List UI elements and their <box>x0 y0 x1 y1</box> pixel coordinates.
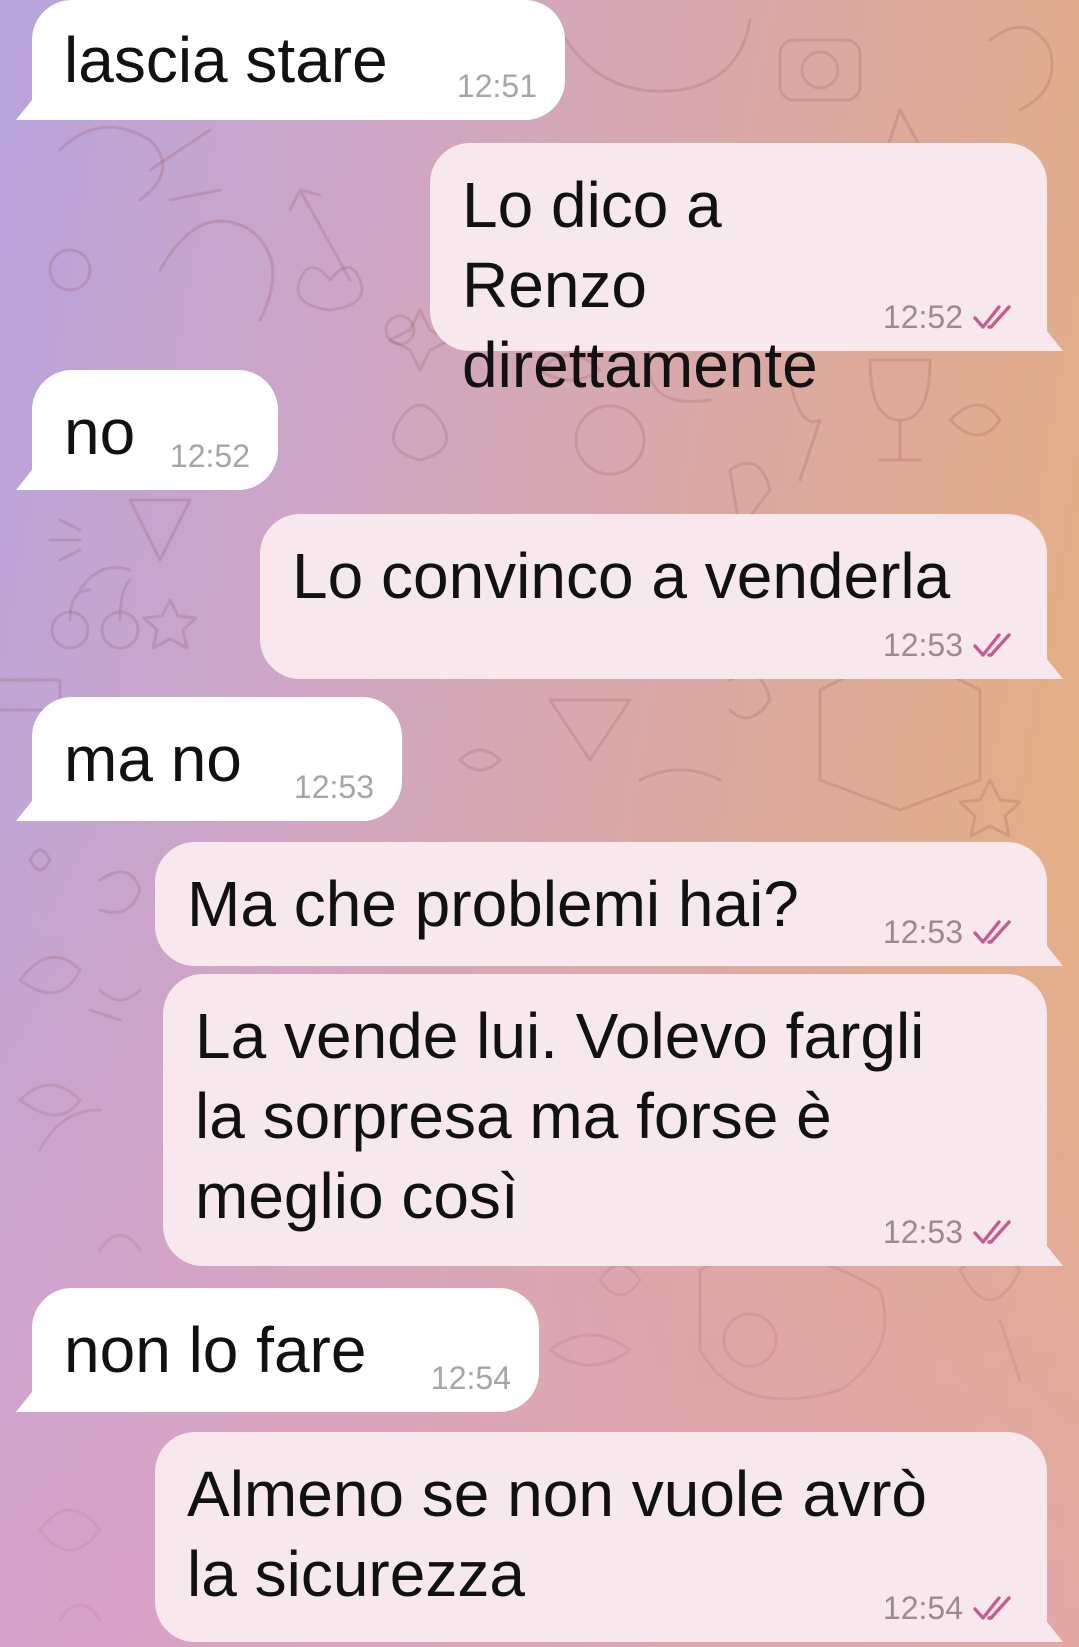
message-time: 12:52 <box>169 438 250 474</box>
message-time: 12:54 <box>430 1360 511 1396</box>
double-check-icon <box>973 920 1011 944</box>
message-meta: 12:53 <box>294 769 374 805</box>
message-meta: 12:53 <box>883 914 1019 950</box>
message-meta: 12:54 <box>431 1360 511 1396</box>
message-bubble-incoming[interactable]: ma no 12:53 <box>32 697 402 821</box>
message-bubble-incoming[interactable]: lascia stare 12:51 <box>32 0 565 120</box>
message-text: Lo convinco a venderla <box>292 540 951 612</box>
message-bubble-incoming[interactable]: non lo fare 12:54 <box>32 1288 539 1412</box>
message-bubble-incoming[interactable]: no 12:52 <box>32 370 278 490</box>
message-meta: 12:52 <box>170 438 250 474</box>
message-text: lascia stare <box>64 24 388 96</box>
double-check-icon <box>973 1596 1011 1620</box>
message-time: 12:52 <box>882 299 963 335</box>
message-bubble-outgoing[interactable]: Ma che problemi hai? 12:53 <box>155 842 1047 966</box>
message-text: non lo fare <box>64 1314 367 1386</box>
message-meta: 12:54 <box>883 1590 1019 1626</box>
message-bubble-outgoing[interactable]: Lo convinco a venderla 12:53 <box>260 514 1047 679</box>
message-meta: 12:53 <box>883 627 1019 663</box>
message-meta: 12:52 <box>883 299 1019 335</box>
double-check-icon <box>973 633 1011 657</box>
message-bubble-outgoing[interactable]: Lo dico a Renzo direttamente 12:52 <box>430 143 1047 401</box>
message-time: 12:54 <box>882 1590 963 1626</box>
chat-area[interactable]: lascia stare 12:51 Lo dico a Renzo diret… <box>0 0 1079 1647</box>
message-text: Ma che problemi hai? <box>187 868 799 940</box>
message-text: Lo dico a Renzo direttamente <box>462 169 818 401</box>
double-check-icon <box>973 305 1011 329</box>
message-bubble-outgoing[interactable]: Almeno se non vuole avrò la sicurezza 12… <box>155 1432 1047 1642</box>
message-text: ma no <box>64 723 242 795</box>
message-time: 12:51 <box>456 68 537 104</box>
message-time: 12:53 <box>293 769 374 805</box>
message-time: 12:53 <box>882 627 963 663</box>
message-time: 12:53 <box>882 914 963 950</box>
message-meta: 12:51 <box>457 68 537 104</box>
message-bubble-outgoing[interactable]: La vende lui. Volevo fargli la sorpresa … <box>163 974 1047 1266</box>
message-text: no <box>64 396 136 468</box>
message-time: 12:53 <box>882 1214 963 1250</box>
message-text: La vende lui. Volevo fargli la sorpresa … <box>195 1000 925 1232</box>
message-text: Almeno se non vuole avrò la sicurezza <box>187 1458 927 1610</box>
double-check-icon <box>973 1220 1011 1244</box>
message-meta: 12:53 <box>883 1214 1019 1250</box>
